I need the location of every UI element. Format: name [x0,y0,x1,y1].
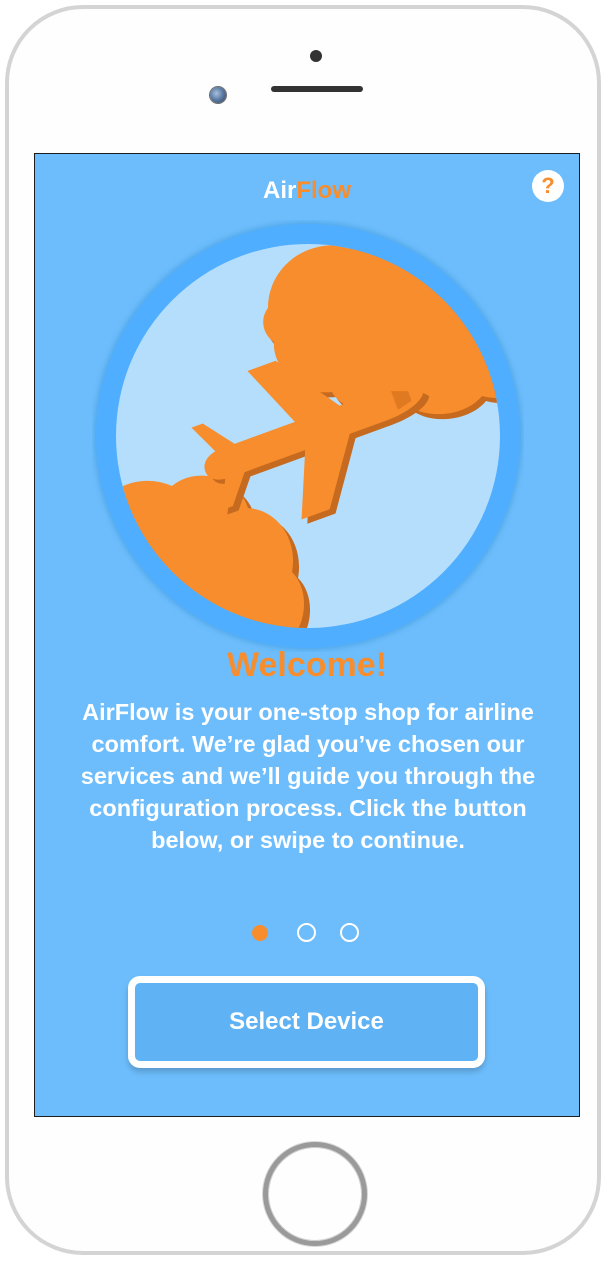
help-button[interactable]: ? [532,170,564,202]
welcome-heading: Welcome! [227,646,387,684]
hero-illustration [92,220,524,652]
welcome-description: AirFlow is your one-stop shop for airlin… [80,699,536,853]
page-indicator[interactable] [252,921,372,945]
front-sensor [310,50,322,62]
select-device-button[interactable]: Select Device [128,976,485,1068]
front-camera [210,87,226,103]
app-title: AirFlow [35,177,579,205]
home-button[interactable] [263,1142,367,1246]
app-title-part1: Air [263,177,297,204]
page-dot-2[interactable] [297,923,316,942]
page-dot-1-active[interactable] [252,925,268,941]
app-screen: AirFlow ? Welcome! AirFlow is your one-s… [34,153,580,1117]
earpiece-speaker [271,86,363,92]
app-title-part2: Flow [296,177,351,204]
page-dot-3[interactable] [340,923,359,942]
